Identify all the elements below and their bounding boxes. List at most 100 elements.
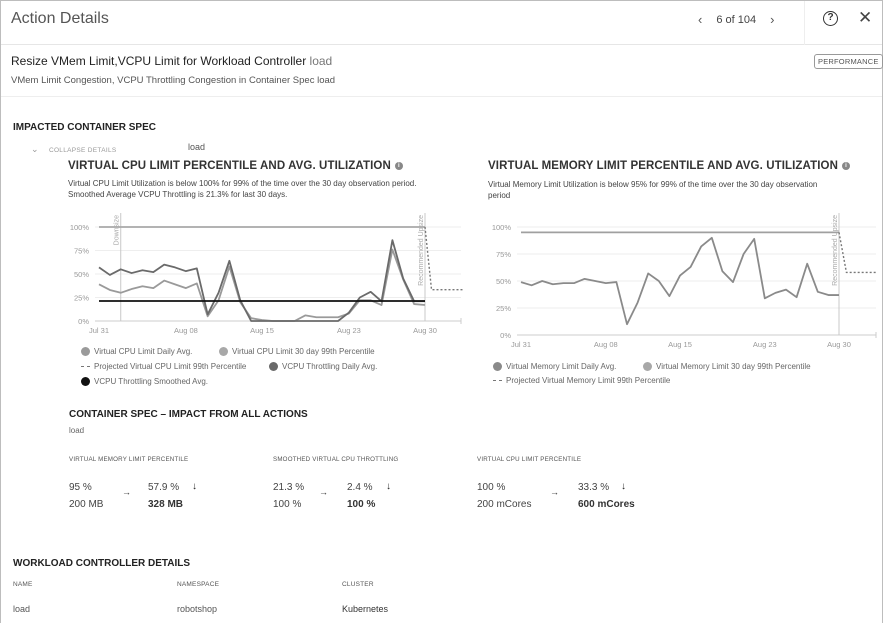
- metric-from-capacity: 200 MB: [69, 499, 104, 510]
- legend-label: Virtual CPU Limit 30 day 99th Percentile: [232, 347, 375, 356]
- dialog-title: Action Details: [11, 10, 109, 27]
- arrow-right-icon: →: [550, 487, 559, 497]
- legend-dot-icon: [81, 377, 90, 386]
- y-tick-label: 100%: [492, 223, 512, 232]
- arrow-down-icon: ↓: [192, 481, 197, 492]
- metric-to-pct: 2.4 %: [347, 482, 373, 493]
- legend-dot-icon: [269, 362, 278, 371]
- y-tick-label: 0%: [78, 317, 89, 326]
- annotation-label: Downsize: [114, 215, 121, 245]
- legend-dash-icon: [81, 366, 90, 367]
- legend-label: VCPU Throttling Daily Avg.: [282, 362, 378, 371]
- info-icon[interactable]: i: [394, 161, 403, 170]
- metric-from-pct: 100 %: [477, 482, 506, 493]
- mem-chart-title: VIRTUAL MEMORY LIMIT PERCENTILE AND AVG.…: [488, 160, 850, 172]
- cpu-chart-description: Virtual CPU Limit Utilization is below 1…: [68, 178, 416, 200]
- arrow-right-icon: →: [319, 487, 328, 497]
- legend-label: Projected Virtual CPU Limit 99th Percent…: [94, 362, 247, 371]
- x-tick-label: Aug 15: [250, 326, 274, 335]
- series-projected-virtual-memory-limit-99th-percentile: [838, 232, 877, 274]
- legend-item[interactable]: Virtual CPU Limit 30 day 99th Percentile: [219, 347, 375, 356]
- metric-to-pct: 33.3 %: [578, 482, 610, 493]
- column-header-namespace: NAMESPACE: [177, 581, 220, 588]
- cpu-desc-line2: Smoothed Average VCPU Throttling is 21.3…: [68, 190, 288, 199]
- legend-item[interactable]: Projected Virtual CPU Limit 99th Percent…: [81, 362, 246, 371]
- metric-label: VIRTUAL MEMORY LIMIT PERCENTILE: [69, 456, 189, 463]
- metric-label: SMOOTHED VIRTUAL CPU THROTTLING: [273, 456, 399, 463]
- workload-section-title: WORKLOAD CONTROLLER DETAILS: [13, 558, 191, 569]
- y-tick-label: 0%: [500, 331, 511, 340]
- impact-entity: load: [69, 426, 85, 435]
- x-tick-label: Aug 23: [753, 340, 777, 349]
- workload-namespace[interactable]: robotshop: [177, 604, 217, 614]
- legend-dash-icon: [493, 380, 502, 381]
- legend-dot-icon: [643, 362, 652, 371]
- column-header-name: NAME: [13, 581, 33, 588]
- legend-dot-icon: [219, 347, 228, 356]
- cpu-desc-line1: Virtual CPU Limit Utilization is below 1…: [68, 179, 417, 188]
- help-icon[interactable]: ?: [823, 11, 838, 26]
- action-subtitle: VMem Limit Congestion, VCPU Throttling C…: [11, 75, 336, 86]
- collapse-details-toggle[interactable]: ⌄ COLLAPSE DETAILS: [31, 144, 117, 155]
- legend-item[interactable]: VCPU Throttling Smoothed Avg.: [81, 377, 208, 386]
- metric-to-capacity: 600 mCores: [578, 499, 635, 510]
- x-tick-label: Aug 08: [174, 326, 198, 335]
- y-tick-label: 25%: [496, 304, 511, 313]
- category-badge: PERFORMANCE: [814, 54, 883, 69]
- chevron-down-icon: ⌄: [31, 144, 39, 154]
- arrow-down-icon: ↓: [621, 481, 626, 492]
- y-tick-label: 50%: [496, 277, 511, 286]
- dialog-header: Action Details ‹ 6 of 104 › ? ✕: [1, 1, 882, 45]
- x-tick-label: Jul 31: [511, 340, 531, 349]
- y-tick-label: 75%: [496, 250, 511, 259]
- legend-label: Virtual Memory Limit Daily Avg.: [506, 362, 617, 371]
- y-tick-label: 50%: [74, 270, 89, 279]
- legend-label: VCPU Throttling Smoothed Avg.: [94, 377, 208, 386]
- chevron-right-icon[interactable]: ›: [770, 12, 774, 27]
- arrow-right-icon: →: [122, 487, 131, 497]
- x-tick-label: Aug 30: [413, 326, 437, 335]
- info-icon[interactable]: i: [841, 161, 850, 170]
- legend-label: Projected Virtual Memory Limit 99th Perc…: [506, 376, 671, 385]
- mem-desc-line1: Virtual Memory Limit Utilization is belo…: [488, 180, 818, 189]
- legend-dot-icon: [81, 347, 90, 356]
- pager-text: 6 of 104: [716, 13, 757, 26]
- metric-label: VIRTUAL CPU LIMIT PERCENTILE: [477, 456, 582, 463]
- y-tick-label: 75%: [74, 247, 89, 256]
- action-title-text: Resize VMem Limit,VCPU Limit for Workloa…: [11, 54, 307, 68]
- pager: ‹ 6 of 104 ›: [698, 12, 774, 27]
- x-tick-label: Jul 31: [89, 326, 109, 335]
- series-vcpu-throttling-daily-avg: [98, 239, 425, 322]
- workload-cluster[interactable]: Kubernetes: [342, 604, 388, 614]
- mem-chart-description: Virtual Memory Limit Utilization is belo…: [488, 179, 817, 201]
- mem-chart: 0% 25% 50% 75% 100% Jul 31 Aug 08 Aug 15 Aug 23 A…: [492, 213, 877, 349]
- x-tick-label: Aug 30: [827, 340, 851, 349]
- chevron-left-icon[interactable]: ‹: [698, 12, 702, 27]
- arrow-down-icon: ↓: [386, 481, 391, 492]
- column-header-cluster: CLUSTER: [342, 581, 374, 588]
- y-tick-label: 25%: [74, 294, 89, 303]
- metric-to-capacity: 328 MB: [148, 499, 184, 510]
- legend-item[interactable]: Projected Virtual Memory Limit 99th Perc…: [493, 376, 670, 385]
- annotation-label: Recommended Upsize: [832, 215, 839, 286]
- x-tick-label: Aug 23: [337, 326, 361, 335]
- legend-item[interactable]: Virtual CPU Limit Daily Avg.: [81, 347, 192, 356]
- metric-from-pct: 21.3 %: [273, 482, 305, 493]
- x-tick-label: Aug 08: [594, 340, 618, 349]
- cpu-chart-title-text: VIRTUAL CPU LIMIT PERCENTILE AND AVG. UT…: [68, 160, 391, 172]
- action-entity[interactable]: load: [310, 54, 333, 68]
- impact-title: CONTAINER SPEC – IMPACT FROM ALL ACTIONS: [69, 409, 308, 420]
- annotation-label: Recommended Upsize: [418, 215, 425, 286]
- legend-item[interactable]: Virtual Memory Limit 30 day 99th Percent…: [643, 362, 811, 371]
- workload-name[interactable]: load: [13, 604, 30, 614]
- metric-to-capacity: 100 %: [347, 499, 376, 510]
- metric-from-pct: 95 %: [69, 482, 92, 493]
- legend-item[interactable]: Virtual Memory Limit Daily Avg.: [493, 362, 616, 371]
- cpu-chart-legend: Virtual CPU Limit Daily Avg. Virtual CPU …: [81, 347, 481, 392]
- legend-item[interactable]: VCPU Throttling Daily Avg.: [269, 362, 377, 371]
- metric-from-capacity: 100 %: [273, 499, 302, 510]
- y-tick-label: 100%: [70, 223, 90, 232]
- close-icon[interactable]: ✕: [858, 8, 872, 28]
- legend-dot-icon: [493, 362, 502, 371]
- x-tick-label: Aug 15: [668, 340, 692, 349]
